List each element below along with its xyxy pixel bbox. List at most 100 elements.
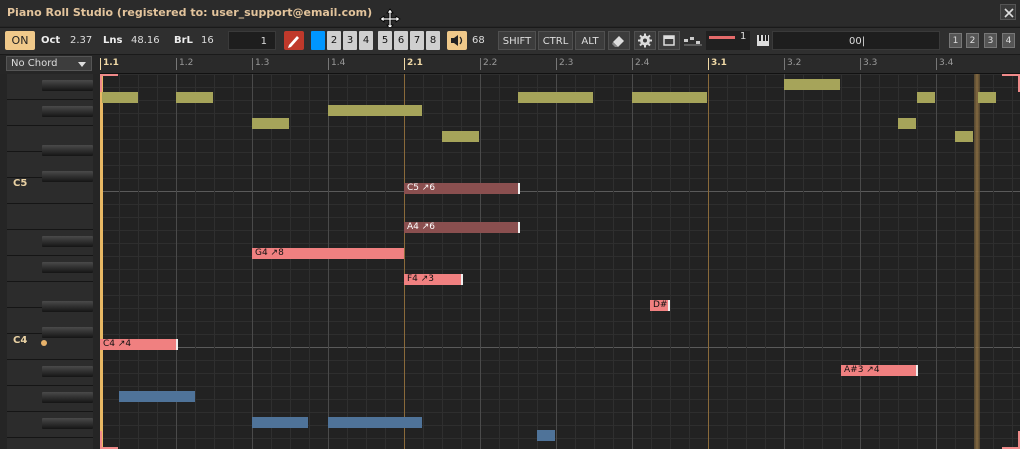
black-key[interactable] [42, 366, 93, 377]
note-block[interactable]: G4 ↗8 [252, 248, 404, 259]
note-block[interactable]: A4 ↗6 [404, 222, 520, 233]
row-line [100, 412, 1020, 413]
piano-keyboard[interactable]: C5 C4 [0, 74, 100, 449]
note-block[interactable] [784, 79, 840, 90]
quantize-button-7[interactable]: 7 [410, 31, 424, 50]
note-block[interactable] [632, 92, 707, 103]
note-block[interactable] [252, 118, 289, 129]
volume-button[interactable] [447, 31, 467, 50]
quantize-button-1[interactable] [311, 31, 325, 50]
note-block[interactable] [537, 430, 555, 441]
volume-value[interactable]: 68 [472, 31, 485, 50]
quantize-button-6[interactable]: 6 [394, 31, 408, 50]
ruler-label: 2.2 [483, 58, 498, 68]
shift-key-button[interactable]: SHIFT [498, 31, 536, 50]
black-key[interactable] [42, 301, 93, 312]
note-block[interactable]: F4 ↗3 [404, 274, 463, 285]
note-block[interactable]: C4 ↗4 [100, 339, 178, 350]
piano-keys-icon [757, 35, 769, 46]
black-key[interactable] [42, 106, 93, 117]
black-key[interactable] [42, 392, 93, 403]
slot-button-1[interactable]: 1 [949, 33, 962, 48]
note-block[interactable] [442, 131, 479, 142]
slot-button-2[interactable]: 2 [966, 33, 979, 48]
note-block[interactable] [328, 105, 422, 116]
note-block[interactable] [102, 92, 138, 103]
quantize-button-2[interactable]: 2 [327, 31, 341, 50]
quantize-button-3[interactable]: 3 [343, 31, 357, 50]
quantize-button-4[interactable]: 4 [359, 31, 373, 50]
row-line [100, 230, 1020, 231]
alt-key-button[interactable]: ALT [575, 31, 605, 50]
gear-icon [638, 33, 652, 48]
note-resize-handle[interactable] [518, 183, 520, 194]
note-label: A4 ↗6 [407, 222, 436, 232]
quantize-button-5[interactable]: 5 [378, 31, 392, 50]
loop-end-marker[interactable] [974, 74, 980, 449]
black-key[interactable] [42, 145, 93, 156]
note-block[interactable] [252, 417, 308, 428]
note-resize-handle[interactable] [916, 365, 918, 376]
oct-value[interactable]: 2.37 [70, 31, 92, 50]
white-key[interactable] [7, 438, 93, 449]
loop-start-marker[interactable] [100, 74, 103, 449]
text-entry-field[interactable]: 00| [772, 31, 940, 50]
sub-beat-line [689, 74, 690, 449]
quantize-button-8[interactable]: 8 [426, 31, 440, 50]
selection-corner [100, 431, 118, 449]
settings-button[interactable] [634, 31, 656, 50]
note-resize-handle[interactable] [668, 300, 670, 311]
draw-tool-button[interactable] [284, 31, 304, 50]
brl-label: BrL [174, 35, 193, 46]
note-grid[interactable]: C5 ↗6 A4 ↗6 G4 ↗8 F4 ↗3 D# C4 ↗4 A#3 ↗4 [100, 74, 1020, 449]
mixer-button[interactable] [682, 31, 704, 50]
note-block[interactable] [119, 391, 195, 402]
note-resize-handle[interactable] [518, 222, 520, 233]
black-key[interactable] [42, 418, 93, 429]
note-block[interactable] [518, 92, 593, 103]
velocity-field[interactable]: 1 [706, 31, 750, 50]
note-block[interactable]: D# [650, 300, 670, 311]
black-key[interactable] [42, 262, 93, 273]
black-key[interactable] [42, 80, 93, 91]
title-bar[interactable]: Piano Roll Studio (registered to: user_s… [0, 0, 1020, 30]
row-line [100, 152, 1020, 153]
on-toggle-button[interactable]: ON [5, 31, 35, 50]
row-line [100, 87, 1020, 88]
white-key[interactable] [7, 204, 93, 230]
ctrl-key-button[interactable]: CTRL [538, 31, 573, 50]
note-block[interactable]: C5 ↗6 [404, 183, 520, 194]
step-field[interactable]: 1 [228, 31, 276, 50]
note-block[interactable] [955, 131, 973, 142]
note-block[interactable] [898, 118, 916, 129]
close-button[interactable] [1000, 4, 1016, 20]
black-key[interactable] [42, 327, 93, 338]
eraser-tool-button[interactable] [608, 31, 630, 50]
note-block[interactable] [176, 92, 213, 103]
window-mode-button[interactable] [658, 31, 680, 50]
note-label: C4 ↗4 [103, 339, 132, 349]
brl-value[interactable]: 16 [201, 31, 214, 50]
black-key[interactable] [42, 236, 93, 247]
note-resize-handle[interactable] [176, 339, 178, 350]
selection-corner [1002, 74, 1020, 92]
close-icon [1004, 8, 1014, 18]
timeline-ruler[interactable]: 1.1 1.2 1.3 1.4 2.1 2.2 2.3 2.4 3.1 3.2 3.3 3.4 [100, 55, 1020, 74]
note-block[interactable] [328, 417, 422, 428]
sub-beat-line [613, 74, 614, 449]
note-block[interactable]: A#3 ↗4 [841, 365, 918, 376]
black-key[interactable] [42, 171, 93, 182]
eraser-icon [612, 36, 624, 47]
chord-select[interactable]: No Chord [6, 56, 92, 71]
slot-button-4[interactable]: 4 [1002, 33, 1015, 48]
note-resize-handle[interactable] [461, 274, 463, 285]
beat-line [632, 74, 633, 449]
sub-beat-line [879, 74, 880, 449]
note-block[interactable] [978, 92, 996, 103]
note-block[interactable] [917, 92, 935, 103]
slot-button-3[interactable]: 3 [984, 33, 997, 48]
window-title: Piano Roll Studio (registered to: user_s… [7, 6, 373, 19]
sub-beat-line [499, 74, 500, 449]
keyboard-button[interactable] [756, 31, 772, 50]
lns-value[interactable]: 48.16 [131, 31, 160, 50]
